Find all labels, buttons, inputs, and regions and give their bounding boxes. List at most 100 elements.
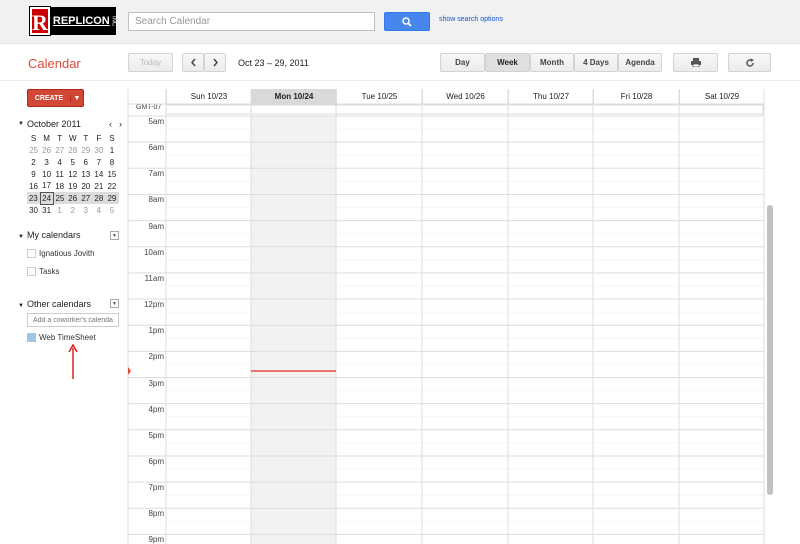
- today-button[interactable]: Today: [128, 53, 173, 72]
- calendar-item[interactable]: Tasks: [27, 267, 59, 276]
- minical-day[interactable]: 25: [53, 192, 67, 204]
- minical-day[interactable]: 28: [92, 192, 106, 204]
- minical-prev-icon[interactable]: ‹: [109, 119, 112, 129]
- minical-day[interactable]: 29: [79, 144, 92, 156]
- collapse-triangle-icon[interactable]: ▼: [18, 121, 24, 129]
- create-label: CREATE: [34, 94, 64, 102]
- other-calendars-header[interactable]: ▼ Other calendars: [18, 299, 91, 309]
- top-bar: R REPLICON INC show search options: [0, 0, 800, 44]
- minical-day[interactable]: 6: [79, 156, 92, 168]
- refresh-button[interactable]: [728, 53, 771, 72]
- view-week-button[interactable]: Week: [485, 53, 530, 72]
- minical-day[interactable]: 23: [27, 192, 41, 204]
- minical-day[interactable]: 12: [66, 168, 79, 180]
- minical-day[interactable]: 15: [105, 168, 118, 180]
- scrollbar[interactable]: [767, 205, 773, 495]
- calendar-item[interactable]: Ignatious Jovith: [27, 249, 95, 258]
- minical-day[interactable]: 26: [40, 144, 53, 156]
- minical-week: 16 17 18 19 20 21 22: [27, 180, 119, 192]
- minical-day[interactable]: 3: [40, 156, 53, 168]
- view-day-button[interactable]: Day: [440, 53, 485, 72]
- minical-day[interactable]: 30: [27, 204, 40, 216]
- other-calendars-menu-icon[interactable]: ▼: [110, 299, 119, 308]
- day-header[interactable]: Wed 10/26: [422, 89, 508, 105]
- prev-week-button[interactable]: [182, 53, 204, 72]
- minical-day[interactable]: 18: [53, 180, 66, 192]
- minical-day[interactable]: 17: [40, 180, 53, 192]
- minical-day[interactable]: 7: [92, 156, 105, 168]
- calendar-item-label: Tasks: [39, 267, 60, 276]
- minical-day[interactable]: 20: [79, 180, 92, 192]
- minical-header: ▼ October 2011 ‹ ›: [18, 119, 122, 129]
- search-options-link[interactable]: show search options: [439, 16, 503, 23]
- minical-day[interactable]: 5: [66, 156, 79, 168]
- day-header[interactable]: Tue 10/25: [336, 89, 422, 105]
- minical-day[interactable]: 24: [39, 191, 54, 205]
- minical-day[interactable]: 1: [53, 204, 66, 216]
- minical-day[interactable]: 16: [27, 180, 40, 192]
- view-agenda-button[interactable]: Agenda: [618, 53, 662, 72]
- minical-weekdays: S M T W T F S: [27, 132, 119, 144]
- minical-day[interactable]: 3: [79, 204, 92, 216]
- minical-day[interactable]: 22: [105, 180, 118, 192]
- minical-day[interactable]: 19: [66, 180, 79, 192]
- minical-day[interactable]: 2: [66, 204, 79, 216]
- minical-day[interactable]: 27: [79, 192, 93, 204]
- chevron-right-icon: [212, 58, 218, 67]
- view-month-button[interactable]: Month: [530, 53, 574, 72]
- my-calendars-header[interactable]: ▼ My calendars: [18, 230, 80, 240]
- current-time-marker: [128, 367, 131, 375]
- minical-week: 23 24 25 26 27 28 29: [27, 191, 119, 205]
- minical-day[interactable]: 4: [92, 204, 105, 216]
- day-header[interactable]: Mon 10/24: [251, 89, 336, 105]
- day-header[interactable]: Fri 10/28: [593, 89, 679, 105]
- minical-day[interactable]: 14: [92, 168, 105, 180]
- minical-next-icon[interactable]: ›: [119, 119, 122, 129]
- hour-label: 1pm: [148, 326, 164, 336]
- minical-day[interactable]: 30: [92, 144, 105, 156]
- minical-day[interactable]: 1: [105, 144, 118, 156]
- minical-day[interactable]: 11: [53, 168, 66, 180]
- logo-text: REPLICON: [52, 15, 110, 27]
- add-coworker-input[interactable]: [27, 313, 119, 327]
- hour-label: 7pm: [148, 483, 164, 493]
- minical-day[interactable]: 10: [40, 168, 53, 180]
- hour-label: 10am: [143, 247, 164, 257]
- minical-day[interactable]: 5: [105, 204, 118, 216]
- minical-day[interactable]: 9: [27, 168, 40, 180]
- search-input[interactable]: [128, 12, 375, 31]
- minical-week: 9 10 11 12 13 14 15: [27, 168, 119, 180]
- day-header[interactable]: Sat 10/29: [679, 89, 764, 105]
- minical-body: 25 26 27 28 29 30 1 2 3 4 5 6 7 8 9 10 11 12 13 14 15 16 17 18 1…: [27, 144, 119, 216]
- minical-day[interactable]: 4: [53, 156, 66, 168]
- calendar-item-web-timesheet[interactable]: Web TimeSheet: [27, 333, 96, 342]
- minical-day[interactable]: 8: [105, 156, 118, 168]
- weekday: T: [83, 133, 89, 143]
- create-button[interactable]: CREATE ▼: [27, 89, 84, 107]
- minical-day[interactable]: 27: [53, 144, 66, 156]
- create-dropdown-icon[interactable]: ▼: [70, 94, 83, 102]
- collapse-triangle-icon: ▼: [18, 234, 24, 240]
- calendar-color-box[interactable]: [27, 267, 36, 276]
- minical-day[interactable]: 25: [27, 144, 40, 156]
- minical-day[interactable]: 26: [66, 192, 80, 204]
- day-header[interactable]: Sun 10/23: [166, 89, 251, 105]
- minical-day[interactable]: 2: [27, 156, 40, 168]
- day-header[interactable]: Thu 10/27: [508, 89, 593, 105]
- minical-day[interactable]: 29: [105, 192, 119, 204]
- minical-week: 30 31 1 2 3 4 5: [27, 204, 119, 216]
- minical-day[interactable]: 28: [66, 144, 79, 156]
- replicon-logo[interactable]: R REPLICON INC: [29, 6, 117, 36]
- calendar-item-label: Web TimeSheet: [39, 333, 96, 342]
- view-4days-button[interactable]: 4 Days: [574, 53, 618, 72]
- print-button[interactable]: [673, 53, 718, 72]
- minical-day[interactable]: 21: [92, 180, 105, 192]
- search-button[interactable]: [384, 12, 430, 31]
- minical-month[interactable]: October 2011: [27, 119, 109, 129]
- minical-day[interactable]: 13: [79, 168, 92, 180]
- my-calendars-menu-icon[interactable]: ▼: [110, 231, 119, 240]
- minical-day[interactable]: 31: [40, 204, 53, 216]
- next-week-button[interactable]: [204, 53, 226, 72]
- calendar-color-box[interactable]: [27, 333, 36, 342]
- calendar-color-box[interactable]: [27, 249, 36, 258]
